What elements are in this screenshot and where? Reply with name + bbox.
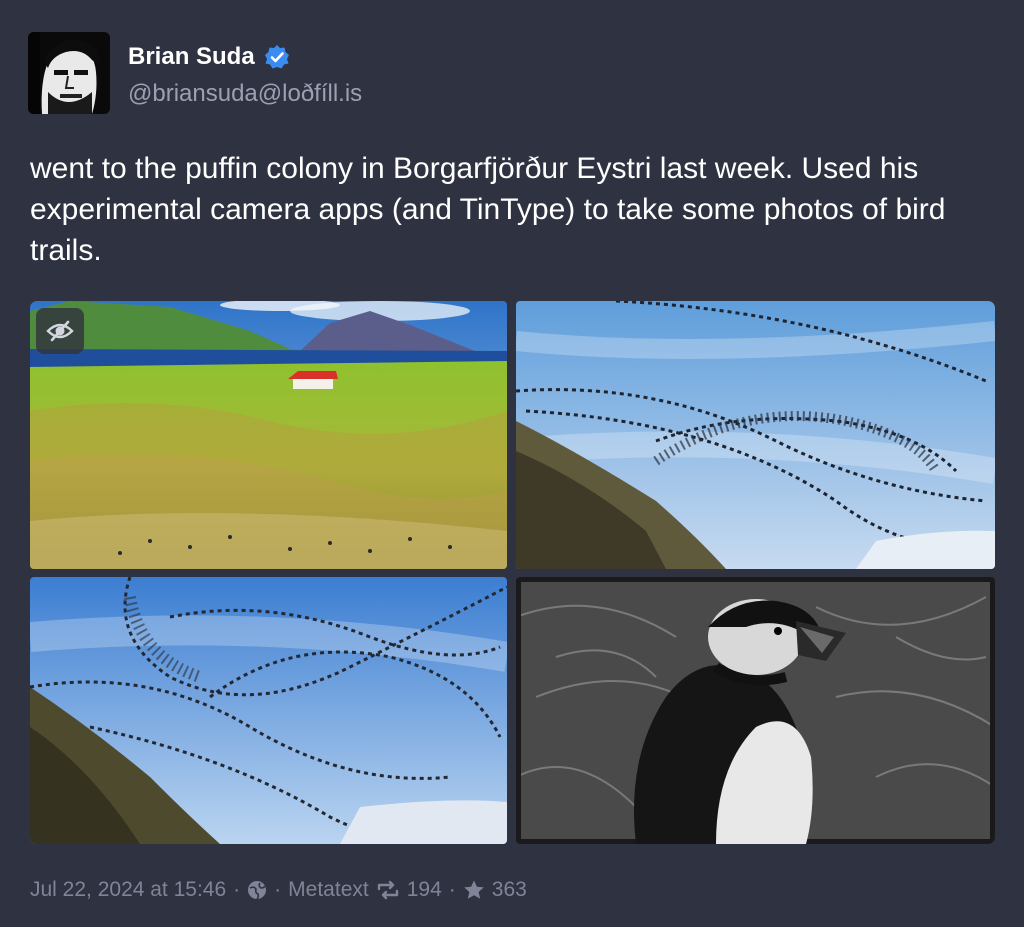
verified-badge-icon (264, 44, 290, 70)
client-name: Metatext (288, 878, 369, 901)
separator: · (233, 878, 241, 901)
media-image-4[interactable] (516, 577, 995, 844)
favourite-count: 363 (491, 878, 527, 901)
media-image-1[interactable] (30, 301, 507, 569)
avatar[interactable] (28, 32, 110, 114)
boost-icon[interactable] (376, 880, 400, 900)
globe-icon (248, 881, 267, 900)
star-icon[interactable] (463, 879, 485, 901)
bird-trails-photo (516, 301, 995, 569)
separator: · (448, 878, 456, 901)
post-timestamp[interactable]: Jul 22, 2024 at 15:46 (30, 878, 226, 902)
post-meta: Jul 22, 2024 at 15:46 · · Metatext 194 ·… (30, 874, 527, 906)
bird-swirl-photo (30, 577, 507, 844)
post-text: went to the puffin colony in Borgarfjörð… (30, 152, 946, 267)
author-handle[interactable]: @briansuda@loðfíll.is (128, 80, 362, 108)
hide-media-button[interactable] (36, 308, 84, 354)
avatar-portrait (28, 32, 110, 114)
puffin-tintype-photo (516, 577, 995, 844)
author-name-row: Brian Suda (128, 40, 290, 74)
separator: · (274, 878, 282, 901)
author-display-name[interactable]: Brian Suda (128, 43, 255, 71)
boost-count: 194 (406, 878, 442, 901)
eye-slash-icon (46, 320, 74, 342)
media-image-3[interactable] (30, 577, 507, 844)
media-image-2[interactable] (516, 301, 995, 569)
landscape-photo (30, 301, 507, 569)
media-gallery (30, 301, 995, 844)
